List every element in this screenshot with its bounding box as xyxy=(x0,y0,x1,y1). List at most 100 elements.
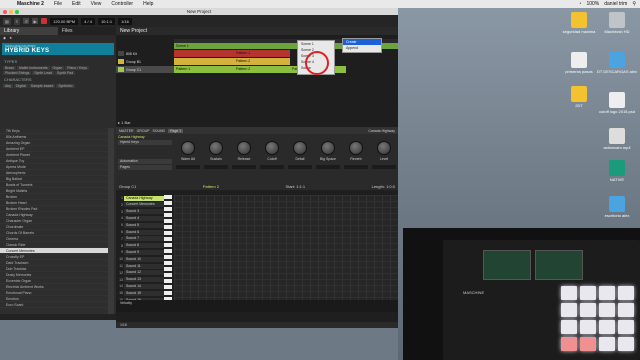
sound-slot[interactable]: 11 Sound 11 xyxy=(116,263,164,269)
sound-slot[interactable]: 2 Concert Memories xyxy=(116,202,164,208)
param-knob[interactable]: Detail xyxy=(288,139,312,175)
pattern-clip[interactable]: Pattern 1 xyxy=(174,66,234,73)
param-knob[interactable]: Warm Alt xyxy=(176,139,200,175)
type-tag[interactable]: Organ xyxy=(50,66,65,70)
menu-help[interactable]: Help xyxy=(138,1,158,7)
character-tag[interactable]: Airy xyxy=(3,84,14,88)
knob-dial[interactable] xyxy=(321,141,335,155)
tab-library[interactable]: Library xyxy=(0,27,58,35)
param-knob[interactable]: Sustain xyxy=(204,139,228,175)
param-knob[interactable]: Reverb xyxy=(344,139,368,175)
sound-slot[interactable]: 6 Sound 6 xyxy=(116,229,164,235)
restart-button[interactable]: ↺ xyxy=(23,18,30,24)
pad[interactable] xyxy=(618,320,634,334)
pattern-clip[interactable] xyxy=(174,58,234,65)
desktop-file[interactable]: cutoff logo 2015.psd xyxy=(594,92,640,114)
battery-level[interactable]: 100% xyxy=(586,1,599,7)
sound-slot[interactable]: 7 Sound 7 xyxy=(116,236,164,242)
menu-controller[interactable]: Controller xyxy=(106,1,138,7)
sound-slot[interactable]: 14 Sound 14 xyxy=(116,283,164,289)
sound-tab[interactable]: SOUND xyxy=(152,129,165,133)
instrument-banner[interactable]: MASCHINE FACTORY HYBRID KEYS xyxy=(2,43,114,55)
desktop-folder[interactable]: escritorio alex xyxy=(594,196,640,218)
character-tag[interactable]: Synthetic xyxy=(56,84,75,88)
plugin-slot[interactable]: Hybrid Keys xyxy=(118,140,172,145)
preset-item[interactable]: Euro Scant xyxy=(0,302,108,308)
tab-files[interactable]: Files xyxy=(58,27,116,35)
wifi-icon[interactable]: ◔ xyxy=(578,1,581,7)
grid-display[interactable]: 1/16 xyxy=(118,17,132,25)
sound-slot[interactable]: 1 Canada Highway xyxy=(116,195,164,201)
pages-slot[interactable]: Pages xyxy=(118,165,172,170)
knob-dial[interactable] xyxy=(349,141,363,155)
pattern-start[interactable]: Start: 1:1:1 xyxy=(286,184,306,189)
group-tab[interactable]: GROUP xyxy=(137,129,150,133)
menu-item-append[interactable]: Append xyxy=(343,45,381,51)
record-button[interactable] xyxy=(41,18,48,24)
group-row[interactable]: 808 Kit xyxy=(116,50,174,57)
instrument-filter-icon[interactable]: ◉ xyxy=(3,36,6,40)
pad[interactable] xyxy=(599,303,615,317)
mixer-toggle-button[interactable]: ≡ xyxy=(13,17,21,25)
pattern-clip[interactable]: Pattern 1 xyxy=(234,50,290,57)
sound-slot[interactable]: 3 Sound 3 xyxy=(116,209,164,215)
group-row[interactable]: Group B1 xyxy=(116,58,174,65)
sound-slot[interactable]: 15 Sound 15 xyxy=(116,290,164,296)
pad[interactable] xyxy=(580,320,596,334)
param-knob[interactable]: Level xyxy=(372,139,396,175)
param-knob[interactable]: Cutoff xyxy=(260,139,284,175)
desktop-file[interactable]: actioncam.mp4 xyxy=(594,128,640,150)
preset-scrollbar[interactable] xyxy=(108,128,114,318)
pad[interactable] xyxy=(618,303,634,317)
desktop-drive[interactable]: Macintosh HD xyxy=(594,12,640,34)
pattern-clip[interactable]: Pattern 2 xyxy=(234,66,290,73)
param-knob[interactable]: Release xyxy=(232,139,256,175)
menu-edit[interactable]: Edit xyxy=(67,1,86,7)
pad[interactable] xyxy=(599,337,615,351)
sound-slot[interactable]: 13 Sound 13 xyxy=(116,277,164,283)
type-tag[interactable]: Mallet Instruments xyxy=(16,66,50,70)
pattern-name[interactable]: Pattern 2 xyxy=(203,184,219,189)
menu-view[interactable]: View xyxy=(86,1,107,7)
play-button[interactable]: ▶ xyxy=(32,18,39,24)
piano-keys[interactable] xyxy=(164,195,172,305)
pad[interactable] xyxy=(618,337,634,351)
type-tag[interactable]: Piano / Keys xyxy=(65,66,89,70)
pad[interactable] xyxy=(561,303,577,317)
knob-dial[interactable] xyxy=(265,141,279,155)
type-tag[interactable]: Brass xyxy=(3,66,16,70)
pad[interactable] xyxy=(580,337,596,351)
pad[interactable] xyxy=(599,286,615,300)
minimize-button[interactable] xyxy=(9,9,13,14)
sound-slot[interactable]: 8 Sound 8 xyxy=(116,243,164,249)
user-name[interactable]: daniel trim xyxy=(604,1,627,7)
position-display[interactable]: 10:1:1 xyxy=(97,17,116,25)
menu-file[interactable]: File xyxy=(49,1,67,7)
pattern-length[interactable]: Length: 1:0:0 xyxy=(372,184,395,189)
type-tag[interactable]: Synth Pad xyxy=(55,71,76,75)
pad[interactable] xyxy=(561,286,577,300)
menu-app-name[interactable]: Maschine 2 xyxy=(12,1,49,7)
sound-slot[interactable]: 12 Sound 12 xyxy=(116,270,164,276)
pad[interactable] xyxy=(580,303,596,317)
star-icon[interactable]: ★ xyxy=(9,36,12,40)
param-knob[interactable]: Big Space xyxy=(316,139,340,175)
sound-slot[interactable]: 10 Sound 10 xyxy=(116,256,164,262)
pad[interactable] xyxy=(561,337,577,351)
page-selector[interactable]: Page 1 xyxy=(168,128,184,133)
desktop-app[interactable]: NATIVE xyxy=(594,160,640,182)
pattern-clip[interactable] xyxy=(174,50,234,57)
automation-slot[interactable]: Automation xyxy=(118,159,172,164)
zoom-button[interactable] xyxy=(15,9,19,14)
knob-dial[interactable] xyxy=(377,141,391,155)
type-tag[interactable]: Plucked Strings xyxy=(3,71,32,75)
knob-dial[interactable] xyxy=(293,141,307,155)
pattern-clip[interactable]: Pattern 2 xyxy=(234,58,290,65)
sound-slot[interactable]: 4 Sound 4 xyxy=(116,215,164,221)
pad[interactable] xyxy=(618,286,634,300)
velocity-lane[interactable]: Velocity xyxy=(116,300,398,312)
pad[interactable] xyxy=(561,320,577,334)
step-grid[interactable] xyxy=(174,195,398,305)
desktop-folder[interactable]: DT DESCARGAS alex xyxy=(594,52,640,74)
knob-dial[interactable] xyxy=(237,141,251,155)
